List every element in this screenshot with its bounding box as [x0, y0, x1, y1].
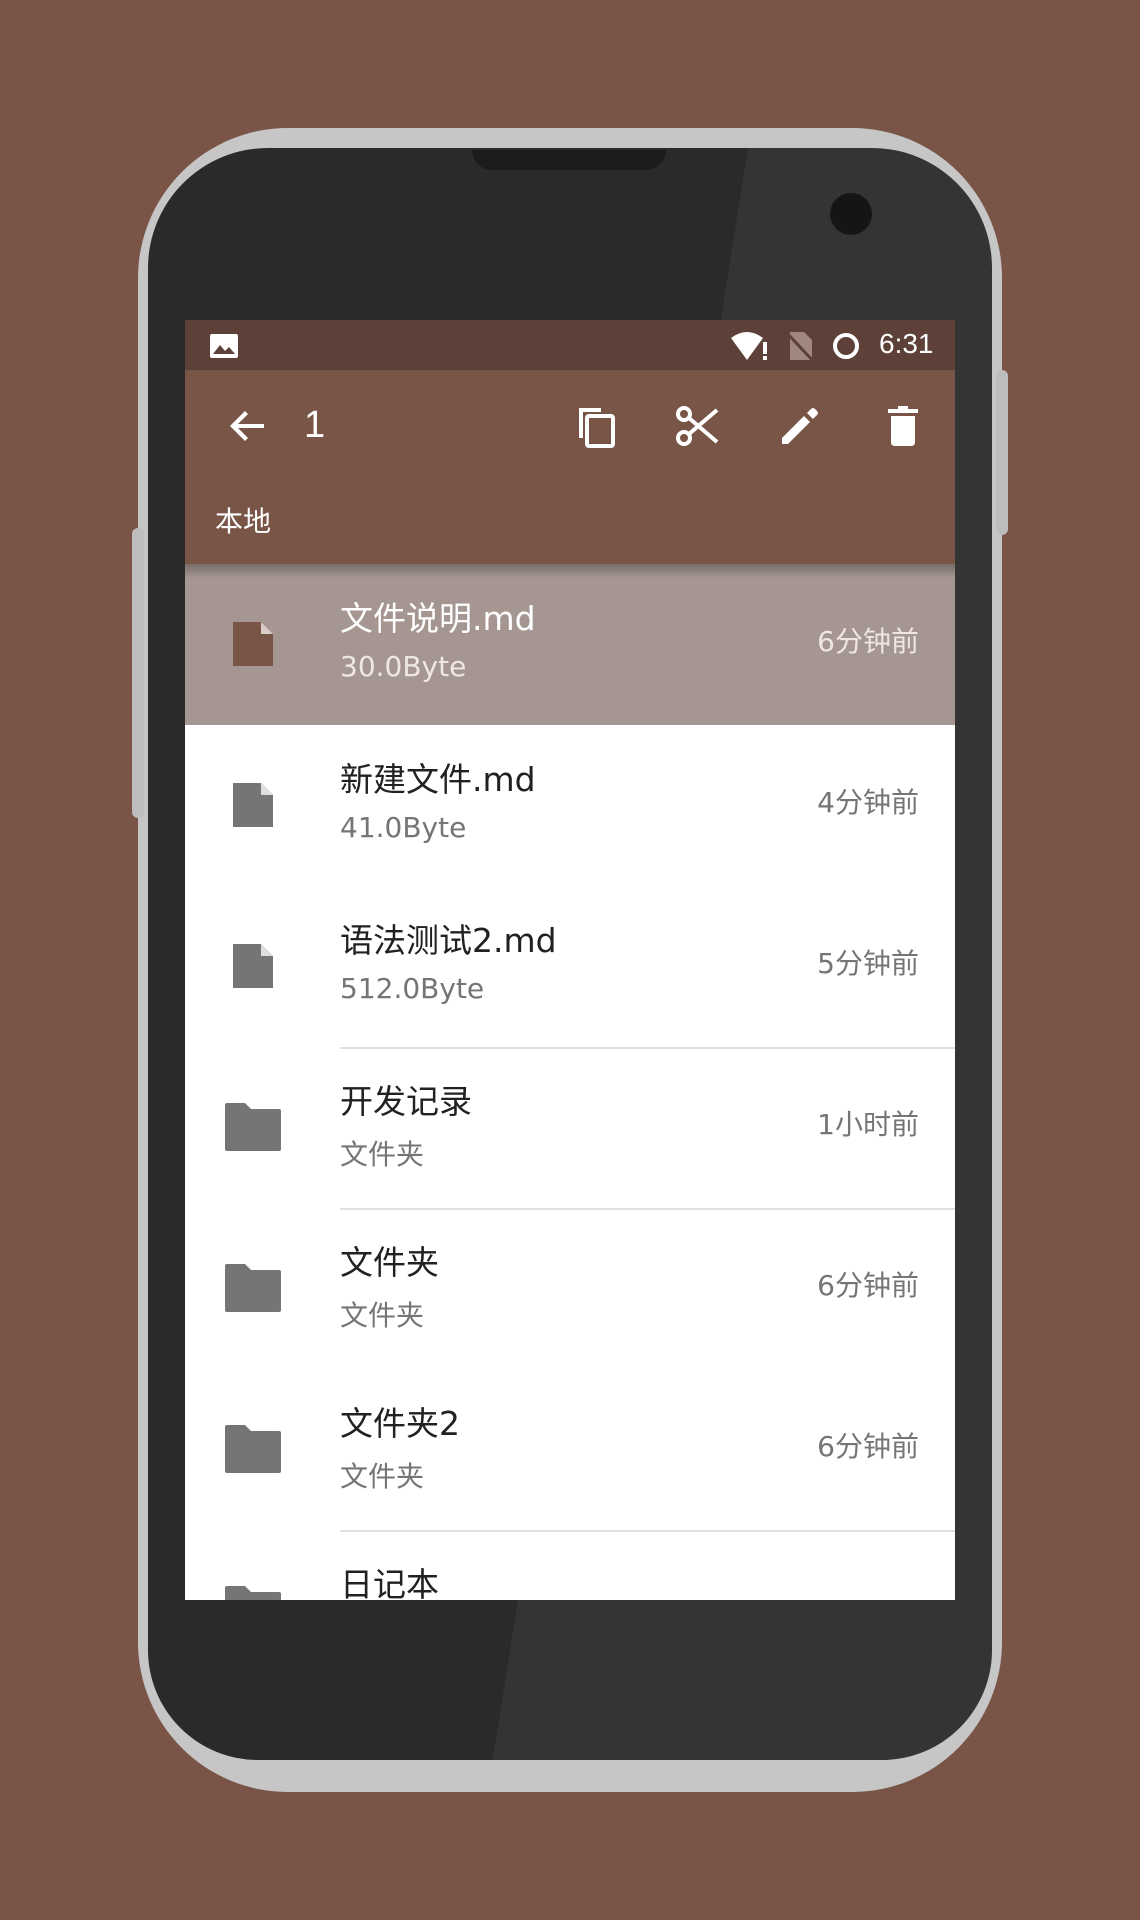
no-sim-icon: [786, 330, 814, 362]
status-time: 6:31: [879, 328, 934, 359]
file-row[interactable]: 语法测试2.md 512.0Byte 5分钟前: [185, 886, 955, 1047]
path-bar: 本地: [185, 482, 955, 564]
image-icon: [210, 334, 238, 358]
file-icon: [233, 944, 273, 988]
edit-icon[interactable]: [776, 402, 824, 450]
delete-icon[interactable]: [879, 402, 927, 450]
file-size: 41.0Byte: [340, 811, 467, 844]
folder-name: 开发记录: [340, 1082, 472, 1121]
ring-icon: [833, 333, 859, 359]
folder-name: 日记本: [340, 1565, 439, 1600]
app-screen: 6:31 1 本地 文件说明.md 30.0Byte 6分钟前 新建文件.md …: [185, 320, 955, 1600]
folder-type: 文件夹: [340, 1460, 425, 1493]
file-time: 4分钟前: [817, 786, 919, 819]
folder-icon: [225, 1586, 281, 1600]
folder-time: 1小时前: [817, 1108, 919, 1141]
toolbar-shadow: [185, 564, 955, 578]
folder-icon: [225, 1264, 281, 1312]
row-divider: [340, 1047, 955, 1049]
file-time: 5分钟前: [817, 947, 919, 980]
back-icon[interactable]: [224, 402, 272, 450]
selection-count: 1: [304, 404, 326, 446]
file-icon: [233, 783, 273, 827]
copy-icon[interactable]: [571, 402, 619, 450]
file-row[interactable]: 新建文件.md 41.0Byte 4分钟前: [185, 725, 955, 886]
file-icon: [233, 622, 273, 666]
file-name: 文件说明.md: [340, 599, 536, 638]
file-time: 6分钟前: [817, 625, 919, 658]
folder-row[interactable]: 日记本: [185, 1530, 955, 1600]
folder-time: 6分钟前: [817, 1269, 919, 1302]
folder-icon: [225, 1425, 281, 1473]
file-size: 512.0Byte: [340, 972, 485, 1005]
folder-type: 文件夹: [340, 1299, 425, 1332]
file-name: 语法测试2.md: [340, 921, 557, 960]
earpiece-speaker: [472, 150, 666, 170]
folder-name: 文件夹: [340, 1243, 439, 1282]
status-bar: 6:31: [185, 320, 955, 370]
path-label[interactable]: 本地: [215, 500, 271, 540]
file-size: 30.0Byte: [340, 650, 467, 683]
folder-time: 6分钟前: [817, 1430, 919, 1463]
cut-icon[interactable]: [673, 402, 721, 450]
row-divider: [340, 1530, 955, 1532]
folder-row[interactable]: 文件夹2 文件夹 6分钟前: [185, 1369, 955, 1530]
action-toolbar: 1: [185, 370, 955, 482]
folder-name: 文件夹2: [340, 1404, 460, 1443]
file-list: 文件说明.md 30.0Byte 6分钟前 新建文件.md 41.0Byte 4…: [185, 564, 955, 1600]
file-row-selected[interactable]: 文件说明.md 30.0Byte 6分钟前: [185, 564, 955, 725]
power-button: [996, 370, 1008, 535]
front-camera: [830, 193, 872, 235]
folder-row[interactable]: 文件夹 文件夹 6分钟前: [185, 1208, 955, 1369]
folder-type: 文件夹: [340, 1138, 425, 1171]
file-name: 新建文件.md: [340, 760, 536, 799]
folder-row[interactable]: 开发记录 文件夹 1小时前: [185, 1047, 955, 1208]
wifi-icon: [731, 332, 767, 360]
volume-button: [132, 528, 144, 818]
folder-icon: [225, 1103, 281, 1151]
row-divider: [340, 1208, 955, 1210]
